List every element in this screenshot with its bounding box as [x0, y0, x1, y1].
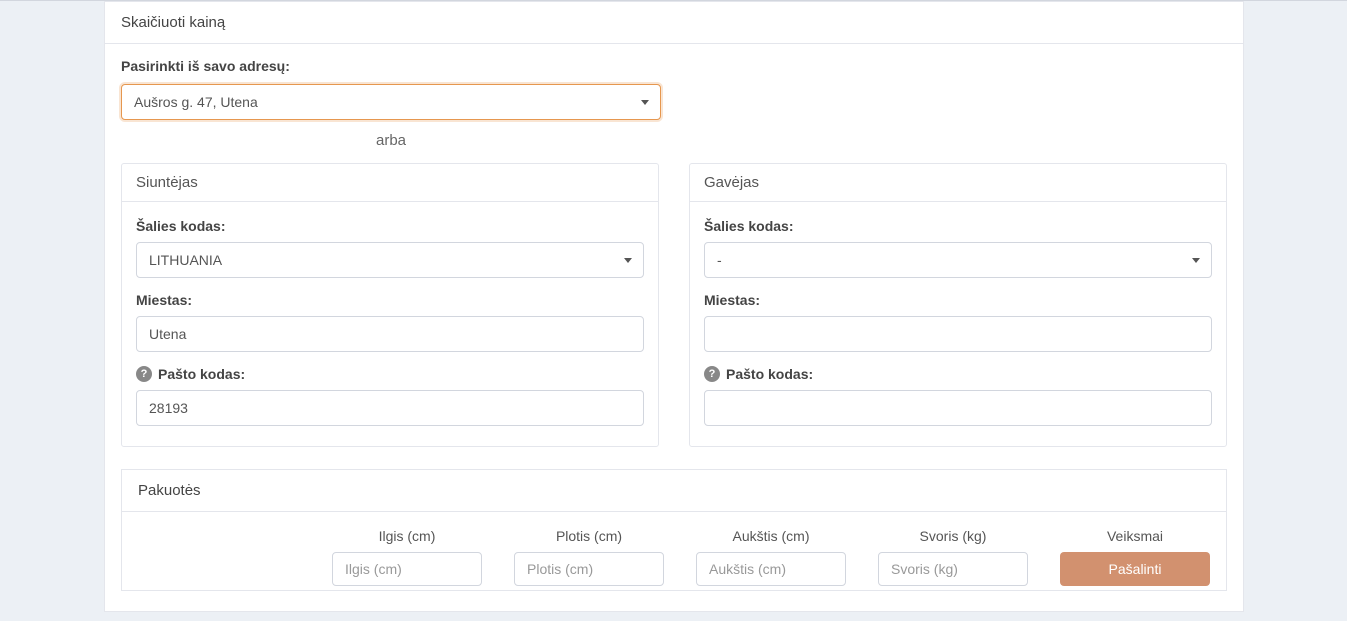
sender-panel-title: Siuntėjas — [122, 164, 658, 202]
packages-title: Pakuotės — [122, 470, 1226, 512]
or-separator: arba — [121, 120, 661, 163]
height-label: Aukštis (cm) — [733, 528, 810, 544]
width-label: Plotis (cm) — [556, 528, 622, 544]
receiver-city-input[interactable] — [704, 316, 1212, 352]
receiver-city-label: Miestas: — [704, 292, 1212, 308]
length-label: Ilgis (cm) — [379, 528, 436, 544]
price-calc-card: Skaičiuoti kainą Pasirinkti iš savo adre… — [104, 1, 1244, 612]
sender-postcode-label: ? Pašto kodas: — [136, 366, 644, 382]
receiver-country-label: Šalies kodas: — [704, 218, 1212, 234]
sender-city-label: Miestas: — [136, 292, 644, 308]
receiver-panel-title: Gavėjas — [690, 164, 1226, 202]
weight-label: Svoris (kg) — [920, 528, 987, 544]
remove-button[interactable]: Pašalinti — [1060, 552, 1210, 586]
height-input[interactable] — [696, 552, 846, 586]
package-row: Ilgis (cm) Plotis (cm) Aukštis (cm) — [138, 528, 1210, 586]
receiver-panel: Gavėjas Šalies kodas: - Miestas: — [689, 163, 1227, 447]
packages-card: Pakuotės Ilgis (cm) Plotis (cm) Aukštis … — [121, 469, 1227, 591]
receiver-postcode-input[interactable] — [704, 390, 1212, 426]
width-input[interactable] — [514, 552, 664, 586]
address-picker-label: Pasirinkti iš savo adresų: — [121, 58, 1227, 74]
sender-panel: Siuntėjas Šalies kodas: LITHUANIA Miesta — [121, 163, 659, 447]
length-input[interactable] — [332, 552, 482, 586]
card-title: Skaičiuoti kainą — [105, 2, 1243, 44]
actions-label: Veiksmai — [1107, 528, 1163, 544]
receiver-country-select[interactable]: - — [704, 242, 1212, 278]
sender-postcode-label-text: Pašto kodas: — [158, 366, 245, 382]
sender-city-input[interactable] — [136, 316, 644, 352]
address-select[interactable]: Aušros g. 47, Utena — [121, 84, 661, 120]
help-icon[interactable]: ? — [136, 366, 152, 382]
sender-country-label: Šalies kodas: — [136, 218, 644, 234]
weight-input[interactable] — [878, 552, 1028, 586]
help-icon[interactable]: ? — [704, 366, 720, 382]
receiver-postcode-label-text: Pašto kodas: — [726, 366, 813, 382]
sender-postcode-input[interactable] — [136, 390, 644, 426]
receiver-postcode-label: ? Pašto kodas: — [704, 366, 1212, 382]
sender-country-select[interactable]: LITHUANIA — [136, 242, 644, 278]
